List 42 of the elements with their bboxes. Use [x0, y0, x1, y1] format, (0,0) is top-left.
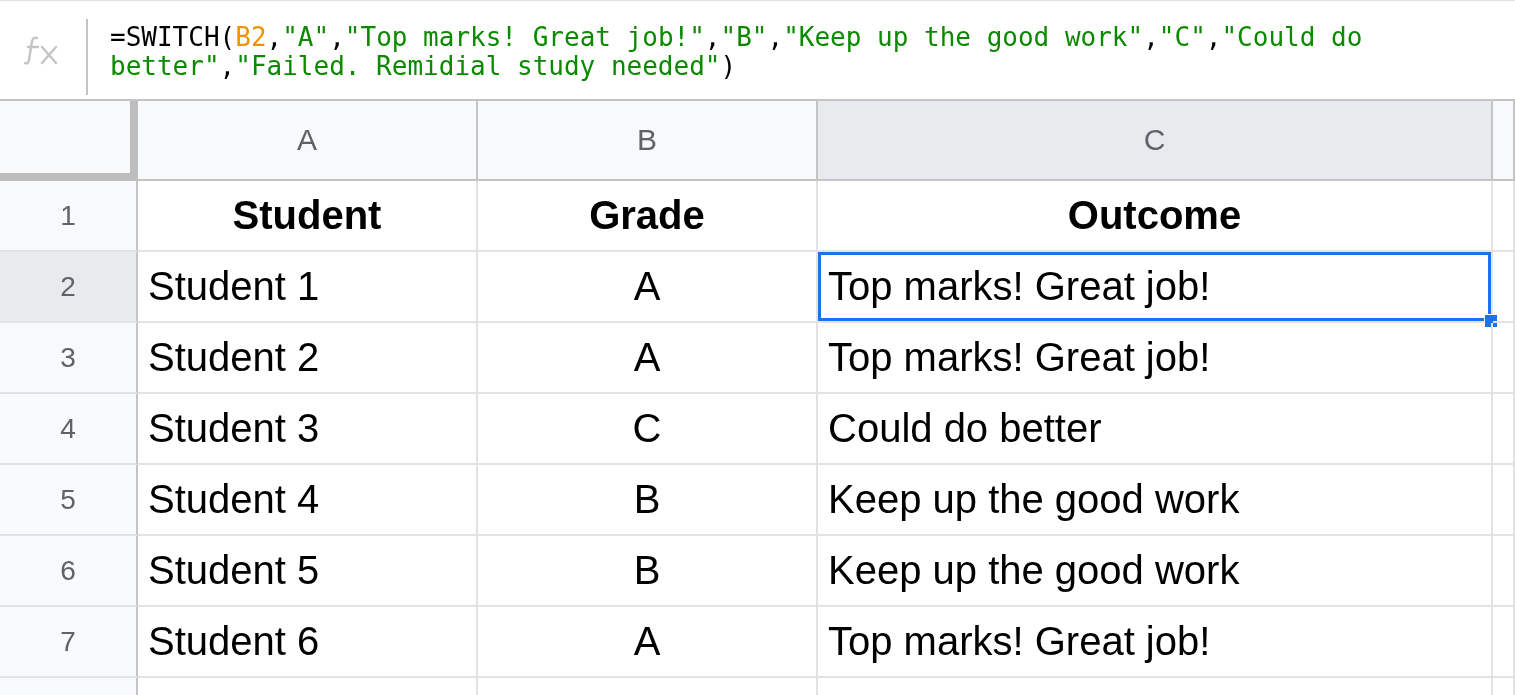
table-cell[interactable]: [1493, 465, 1515, 536]
table-cell[interactable]: B: [478, 465, 818, 536]
column-header[interactable]: B: [478, 101, 818, 181]
table-cell[interactable]: [1493, 394, 1515, 465]
row-header[interactable]: 5: [0, 465, 138, 536]
table-cell[interactable]: Student 2: [138, 323, 478, 394]
table-cell[interactable]: [1493, 181, 1515, 252]
column-header[interactable]: C: [818, 101, 1493, 181]
table-cell[interactable]: C: [478, 394, 818, 465]
column-header[interactable]: A: [138, 101, 478, 181]
table-cell[interactable]: Top marks! Great job!: [818, 607, 1493, 678]
table-cell[interactable]: [1493, 323, 1515, 394]
table-cell[interactable]: [1493, 607, 1515, 678]
table-cell[interactable]: Student 6: [138, 607, 478, 678]
table-cell[interactable]: A: [478, 252, 818, 323]
select-all-corner[interactable]: [0, 101, 138, 181]
table-cell[interactable]: Outcome: [818, 181, 1493, 252]
row-header[interactable]: 6: [0, 536, 138, 607]
table-cell[interactable]: Top marks! Great job!: [818, 252, 1493, 323]
formula-input[interactable]: =SWITCH(B2,"A","Top marks! Great job!","B","Keep up the good work","C","Could do better","Failed. Remidial study needed"): [110, 23, 1410, 81]
table-cell[interactable]: Student 4: [138, 465, 478, 536]
table-cell[interactable]: A: [478, 607, 818, 678]
table-cell[interactable]: Could do better: [818, 394, 1493, 465]
table-cell[interactable]: Keep up the good work: [818, 465, 1493, 536]
row-header[interactable]: 1: [0, 181, 138, 252]
table-cell[interactable]: Student 5: [138, 536, 478, 607]
table-cell[interactable]: Student 3: [138, 394, 478, 465]
column-header[interactable]: [1493, 101, 1515, 181]
table-cell[interactable]: [1493, 252, 1515, 323]
table-cell[interactable]: Keep up the good work: [818, 536, 1493, 607]
table-cell[interactable]: B: [478, 536, 818, 607]
row-header[interactable]: 3: [0, 323, 138, 394]
table-cell[interactable]: Grade: [478, 181, 818, 252]
table-cell[interactable]: Student: [138, 181, 478, 252]
table-cell[interactable]: A: [478, 323, 818, 394]
row-header[interactable]: 4: [0, 394, 138, 465]
fill-handle[interactable]: [1484, 314, 1498, 328]
row-header[interactable]: 2: [0, 252, 138, 323]
table-cell[interactable]: [1493, 536, 1515, 607]
row-header[interactable]: 7: [0, 607, 138, 678]
table-cell[interactable]: Top marks! Great job!: [818, 323, 1493, 394]
table-cell[interactable]: Student 1: [138, 252, 478, 323]
